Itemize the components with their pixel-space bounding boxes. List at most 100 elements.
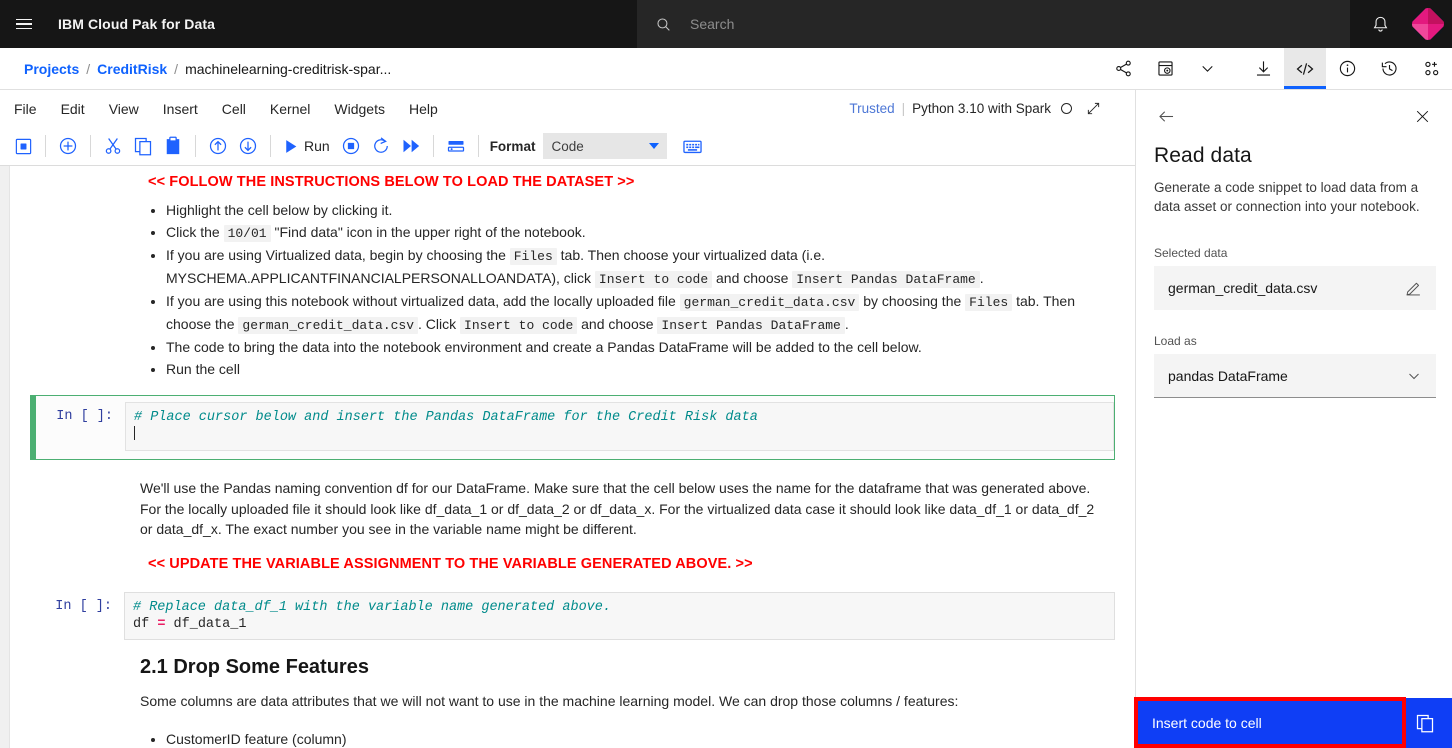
code-variable: df xyxy=(133,616,150,632)
product-brand: IBM Cloud Pak for Data xyxy=(58,16,215,32)
read-data-panel: Read data Generate a code snippet to loa… xyxy=(1135,90,1452,748)
search-input[interactable] xyxy=(690,1,1290,47)
list-item: CustomerID feature (column) xyxy=(166,729,1100,748)
notebook-info-button[interactable] xyxy=(1144,48,1186,89)
paste-icon xyxy=(166,136,180,155)
breadcrumb-project-link[interactable]: CreditRisk xyxy=(97,61,167,77)
menu-edit[interactable]: Edit xyxy=(51,97,95,121)
more-options-button[interactable] xyxy=(1186,48,1228,89)
copy-cell-button[interactable] xyxy=(128,131,158,161)
copy-icon xyxy=(1416,714,1434,733)
format-label: Format xyxy=(489,138,536,154)
restart-run-all-button[interactable] xyxy=(396,131,426,161)
application-window: IBM Cloud Pak for Data Search Projects /… xyxy=(0,0,1452,748)
menu-view[interactable]: View xyxy=(99,97,149,121)
run-cell-button[interactable]: Run xyxy=(278,135,336,158)
breadcrumb-projects-link[interactable]: Projects xyxy=(24,61,79,77)
scissors-icon xyxy=(105,138,121,154)
menu-file[interactable]: File xyxy=(4,97,47,121)
paste-cell-button[interactable] xyxy=(158,131,188,161)
panel-back-button[interactable] xyxy=(1152,102,1180,130)
restart-kernel-button[interactable] xyxy=(366,131,396,161)
global-header: IBM Cloud Pak for Data xyxy=(0,0,1452,48)
hamburger-menu-icon[interactable] xyxy=(0,0,48,48)
code-editor[interactable]: # Replace data_df_1 with the variable na… xyxy=(124,591,1115,640)
collaborators-button[interactable] xyxy=(1410,48,1452,89)
edit-pencil-icon[interactable] xyxy=(1405,279,1422,296)
naming-convention-paragraph: We'll use the Pandas naming convention d… xyxy=(140,480,1095,537)
breadcrumb-current-notebook: machinelearning-creditrisk-spar... xyxy=(185,60,392,77)
notifications-button[interactable] xyxy=(1356,0,1404,48)
version-history-button[interactable] xyxy=(1368,48,1410,89)
drop-features-paragraph: Some columns are data attributes that we… xyxy=(140,692,959,709)
text-cursor xyxy=(134,426,135,440)
download-icon xyxy=(1256,61,1270,76)
toolbar-divider-6 xyxy=(477,135,479,157)
load-as-label: Load as xyxy=(1154,334,1197,348)
inline-code-find-data: 10/01 xyxy=(223,224,271,242)
insert-code-to-cell-button[interactable]: Insert code to cell xyxy=(1136,698,1397,748)
code-value: df_data_1 xyxy=(173,616,247,632)
expand-icon[interactable] xyxy=(1086,101,1101,116)
breadcrumb-bar: Projects / CreditRisk / machinelearning-… xyxy=(0,48,1452,90)
markdown-cell-naming-convention[interactable]: We'll use the Pandas naming convention d… xyxy=(10,476,1135,576)
jupyter-notebook-icon xyxy=(1157,61,1173,76)
inline-code-csv-2: german_credit_data.csv xyxy=(238,316,419,334)
keyboard-icon xyxy=(683,140,702,153)
menu-kernel[interactable]: Kernel xyxy=(260,97,320,121)
code-snippets-button[interactable] xyxy=(1284,48,1326,89)
cell-toolbar-button[interactable] xyxy=(441,131,471,161)
panel-close-button[interactable] xyxy=(1408,102,1436,130)
notebook-action-toolbar xyxy=(1102,48,1452,89)
kernel-idle-circle-icon xyxy=(1061,103,1072,114)
search-icon xyxy=(657,17,670,31)
copy-code-button[interactable] xyxy=(1397,698,1452,748)
menu-insert[interactable]: Insert xyxy=(153,97,208,121)
close-icon xyxy=(1416,110,1428,122)
list-item: Run the cell xyxy=(166,359,1100,380)
save-icon xyxy=(15,138,31,154)
markdown-cell-drop-features[interactable]: 2.1 Drop Some Features Some columns are … xyxy=(10,656,1135,748)
notebook-scroll-area[interactable]: << FOLLOW THE INSTRUCTIONS BELOW TO LOAD… xyxy=(0,166,1135,748)
code-operator: = xyxy=(157,616,166,632)
download-button[interactable] xyxy=(1242,48,1284,89)
kernel-name-label: Python 3.10 with Spark xyxy=(912,101,1051,116)
avatar xyxy=(1412,8,1444,40)
trusted-label[interactable]: Trusted xyxy=(849,101,894,116)
menu-help[interactable]: Help xyxy=(399,97,448,121)
code-cell-insert-dataframe[interactable]: In [ ]: # Place cursor below and insert … xyxy=(30,395,1115,460)
selected-data-field[interactable]: german_credit_data.csv xyxy=(1154,266,1436,310)
menu-cell[interactable]: Cell xyxy=(212,97,256,121)
keyboard-shortcuts-button[interactable] xyxy=(677,131,707,161)
insert-cell-below-button[interactable] xyxy=(53,131,83,161)
cell-prompt: In [ ]: xyxy=(56,409,113,424)
cut-cell-button[interactable] xyxy=(98,131,128,161)
share-button[interactable] xyxy=(1102,48,1144,89)
information-icon xyxy=(1339,60,1355,77)
play-icon xyxy=(286,139,297,153)
inline-code-files-tab-2: Files xyxy=(965,294,1013,311)
information-button[interactable] xyxy=(1326,48,1368,89)
code-editor[interactable]: # Place cursor below and insert the Pand… xyxy=(125,402,1114,451)
status-divider: | xyxy=(901,101,906,116)
notebook-menubar: File Edit View Insert Cell Kernel Widget… xyxy=(0,90,1135,127)
interrupt-kernel-button[interactable] xyxy=(336,131,366,161)
kernel-status-bar: Trusted | Python 3.10 with Spark xyxy=(849,90,1101,127)
arrow-up-icon xyxy=(209,137,227,155)
code-cell-variable-assignment[interactable]: In [ ]: # Replace data_df_1 with the var… xyxy=(30,591,1115,640)
global-search[interactable] xyxy=(637,0,1350,48)
cell-format-select[interactable]: Code xyxy=(543,133,668,159)
selected-data-value: german_credit_data.csv xyxy=(1168,279,1318,296)
move-cell-up-button[interactable] xyxy=(203,131,233,161)
cell-format-value: Code xyxy=(551,138,584,154)
user-avatar-button[interactable] xyxy=(1404,0,1452,48)
markdown-cell-instructions[interactable]: << FOLLOW THE INSTRUCTIONS BELOW TO LOAD… xyxy=(10,166,1135,379)
notebook-cell-list: << FOLLOW THE INSTRUCTIONS BELOW TO LOAD… xyxy=(10,166,1135,748)
save-checkpoint-button[interactable] xyxy=(8,131,38,161)
bell-icon xyxy=(1373,16,1387,32)
load-as-select[interactable]: pandas DataFrame xyxy=(1154,354,1436,398)
restart-icon xyxy=(373,137,388,153)
menu-widgets[interactable]: Widgets xyxy=(324,97,395,121)
fast-forward-icon xyxy=(403,139,419,153)
move-cell-down-button[interactable] xyxy=(233,131,263,161)
